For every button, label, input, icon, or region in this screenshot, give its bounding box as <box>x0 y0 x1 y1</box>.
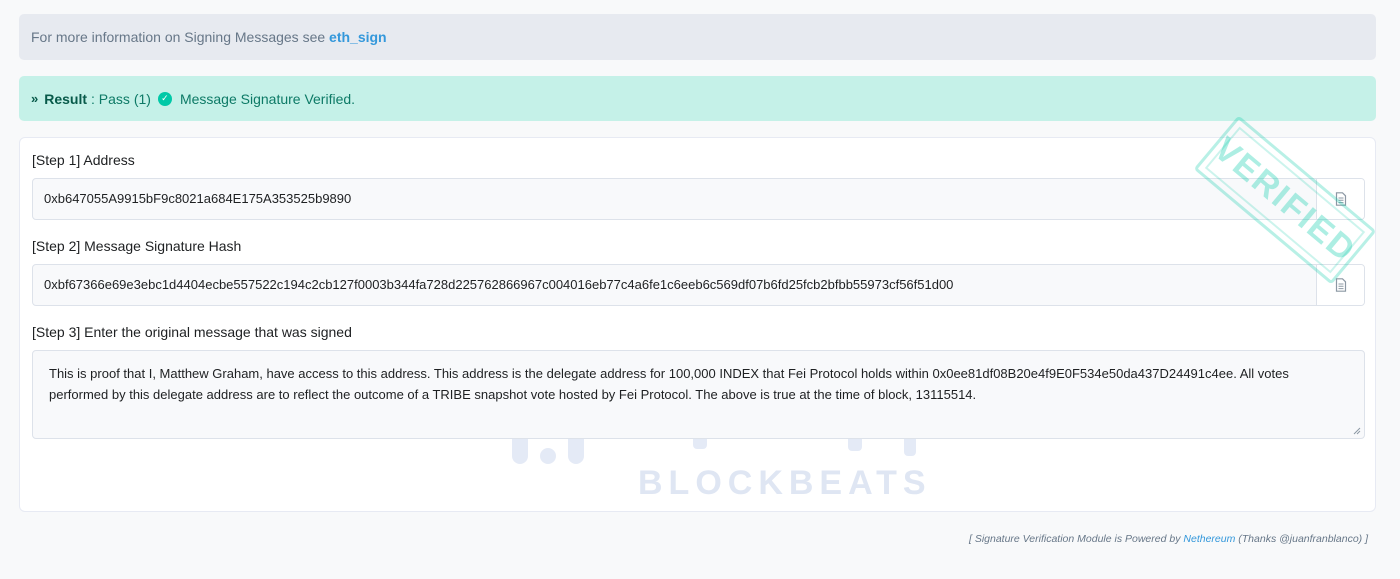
original-message-text: This is proof that I, Matthew Graham, ha… <box>49 366 1289 402</box>
result-status: : Pass (1) <box>91 90 151 107</box>
document-icon <box>1335 192 1346 206</box>
signature-hash-field[interactable]: 0xbf67366e69e3ebc1d4404ecbe557522c194c2c… <box>32 264 1365 306</box>
info-text: For more information on Signing Messages… <box>31 29 326 45</box>
resize-handle-icon[interactable] <box>1353 427 1361 435</box>
address-field[interactable]: 0xb647055A9915bF9c8021a684E175A353525b98… <box>32 178 1365 220</box>
eth-sign-link[interactable]: eth_sign <box>329 29 387 45</box>
verification-card: BLOCKBEATS [Step 1] Address 0xb647055A99… <box>19 137 1376 512</box>
result-label: Result <box>44 90 88 107</box>
step3-label: [Step 3] Enter the original message that… <box>32 324 352 340</box>
footer-prefix: [ Signature Verification Module is Power… <box>968 533 1181 545</box>
step2-label: [Step 2] Message Signature Hash <box>32 238 242 254</box>
address-value[interactable]: 0xb647055A9915bF9c8021a684E175A353525b98… <box>33 179 1316 219</box>
copy-address-button[interactable] <box>1316 179 1364 219</box>
info-banner: For more information on Signing Messages… <box>19 14 1376 60</box>
result-message: Message Signature Verified. <box>179 90 356 107</box>
step1-label: [Step 1] Address <box>32 152 135 168</box>
footer-suffix: (Thanks @juanfranblanco) ] <box>1238 533 1368 545</box>
check-circle-icon: ✓ <box>157 91 172 106</box>
original-message-textarea[interactable]: This is proof that I, Matthew Graham, ha… <box>32 350 1365 439</box>
result-banner: » Result : Pass (1) ✓ Message Signature … <box>19 76 1376 121</box>
document-icon <box>1335 278 1346 292</box>
copy-signature-button[interactable] <box>1316 265 1364 305</box>
chevrons-right-icon: » <box>31 91 38 106</box>
footer-credit: [ Signature Verification Module is Power… <box>969 533 1368 545</box>
signature-hash-value[interactable]: 0xbf67366e69e3ebc1d4404ecbe557522c194c2c… <box>33 265 1316 305</box>
nethereum-link[interactable]: Nethereum <box>1183 533 1235 545</box>
page: For more information on Signing Messages… <box>0 0 1400 579</box>
watermark-text: BLOCKBEATS <box>638 464 932 502</box>
